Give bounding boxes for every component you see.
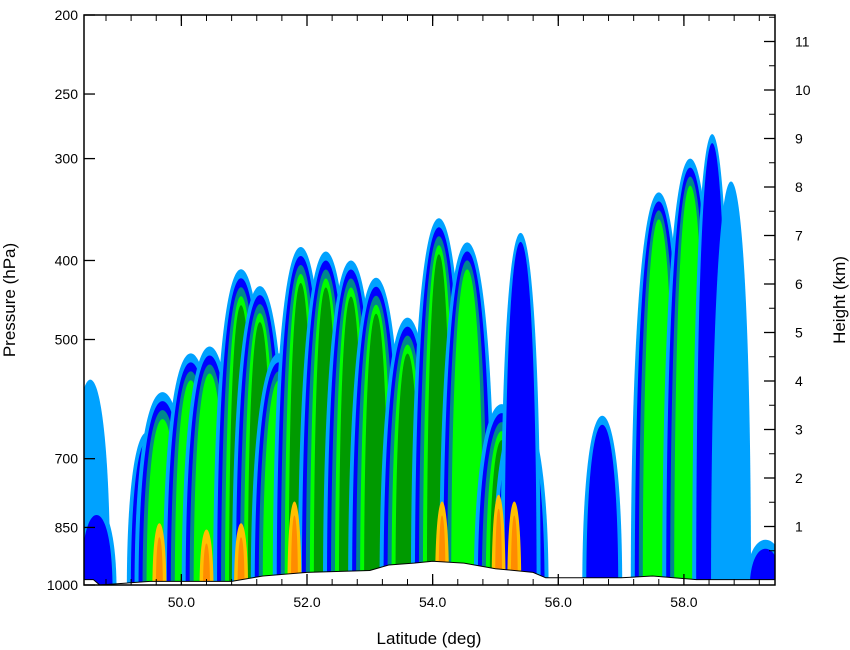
y-right-tick-label: 6: [795, 276, 803, 292]
y-left-tick-label: 1000: [47, 577, 78, 593]
y-left-tick-label: 250: [55, 86, 79, 102]
y-left-tick-label: 850: [55, 519, 79, 535]
y-left-tick-label: 200: [55, 7, 79, 23]
y-left-tick-label: 400: [55, 252, 79, 268]
x-tick-label: 54.0: [419, 594, 446, 610]
y-right-tick-label: 7: [795, 228, 803, 244]
y-right-tick-label: 2: [795, 470, 803, 486]
y-right-tick-label: 8: [795, 179, 803, 195]
x-tick-label: 52.0: [293, 594, 320, 610]
x-tick-label: 50.0: [168, 594, 195, 610]
y-right-tick-label: 4: [795, 373, 803, 389]
y-right-tick-label: 9: [795, 131, 803, 147]
y-left-tick-label: 500: [55, 332, 79, 348]
y-axis-left-title: Pressure (hPa): [0, 243, 19, 357]
x-axis-title: Latitude (deg): [377, 629, 482, 648]
y-right-tick-label: 5: [795, 325, 803, 341]
y-right-tick-label: 10: [795, 82, 811, 98]
y-right-tick-label: 3: [795, 422, 803, 438]
y-left-tick-label: 300: [55, 151, 79, 167]
y-axis-right-title: Height (km): [830, 256, 849, 344]
cross-section-chart: 50.0 52.0 54.0 56.0 58.0 1000 850 700 500 400 300 2…: [0, 7, 849, 648]
y-right-tick-label: 11: [795, 34, 810, 50]
y-right-tick-label: 1: [795, 519, 803, 535]
x-tick-label: 58.0: [670, 594, 697, 610]
x-tick-label: 56.0: [545, 594, 572, 610]
y-left-tick-label: 700: [55, 451, 79, 467]
